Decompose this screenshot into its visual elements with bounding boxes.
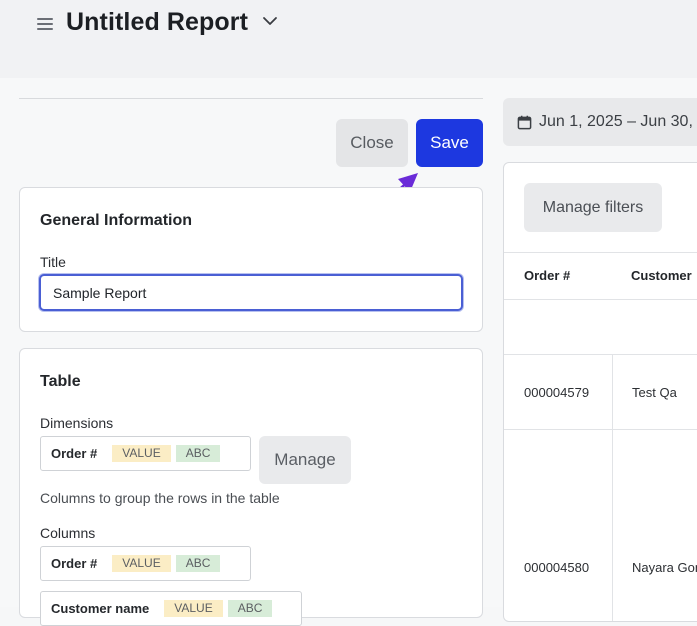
save-button[interactable]: Save <box>416 119 483 167</box>
divider <box>612 429 613 621</box>
column-item[interactable]: Order # VALUE ABC <box>40 546 251 581</box>
top-bar: Untitled Report <box>0 0 697 78</box>
column-header-customer[interactable]: Customer <box>631 268 692 283</box>
date-range-picker[interactable]: Jun 1, 2025 – Jun 30, 2 <box>503 98 697 146</box>
table-cell-customer: Test Qa <box>632 385 677 400</box>
manage-filters-button[interactable]: Manage filters <box>524 183 662 232</box>
type-tag: ABC <box>175 445 221 462</box>
preview-panel: Manage filters Order # Customer 00000457… <box>503 162 697 622</box>
dimension-name: Order # <box>51 446 98 461</box>
value-tag: VALUE <box>164 600 223 617</box>
dimension-item[interactable]: Order # VALUE ABC <box>40 436 251 471</box>
type-tag: ABC <box>227 600 273 617</box>
chevron-down-icon[interactable] <box>262 15 278 27</box>
type-tag: ABC <box>175 555 221 572</box>
menu-icon[interactable] <box>37 16 53 30</box>
table-cell-customer: Nayara Gon <box>632 560 697 575</box>
page-title[interactable]: Untitled Report <box>66 8 248 37</box>
dimensions-hint: Columns to group the rows in the table <box>40 490 280 506</box>
column-item[interactable]: Customer name VALUE ABC <box>40 591 302 626</box>
table-heading: Table <box>40 373 81 390</box>
divider <box>504 252 697 253</box>
dimensions-label: Dimensions <box>40 415 114 431</box>
column-name: Order # <box>51 556 98 571</box>
calendar-icon <box>517 115 532 129</box>
column-header-order[interactable]: Order # <box>524 268 570 283</box>
columns-label: Columns <box>40 525 96 541</box>
divider <box>612 354 613 429</box>
table-cell-order: 000004580 <box>524 560 590 575</box>
value-tag: VALUE <box>112 555 171 572</box>
title-input[interactable] <box>39 274 463 311</box>
general-information-card: General Information Title <box>19 187 483 332</box>
divider <box>19 98 483 99</box>
general-information-heading: General Information <box>40 212 193 229</box>
close-button[interactable]: Close <box>336 119 408 167</box>
manage-dimensions-button[interactable]: Manage <box>259 436 351 484</box>
title-label: Title <box>40 254 66 270</box>
column-name: Customer name <box>51 601 150 616</box>
date-range-label: Jun 1, 2025 – Jun 30, 2 <box>539 113 697 130</box>
value-tag: VALUE <box>112 445 171 462</box>
divider <box>504 354 697 355</box>
table-cell-order: 000004579 <box>524 385 590 400</box>
table-card: Table Dimensions Order # VALUE ABC Manag… <box>19 348 483 626</box>
divider <box>504 299 697 300</box>
divider <box>504 429 697 430</box>
